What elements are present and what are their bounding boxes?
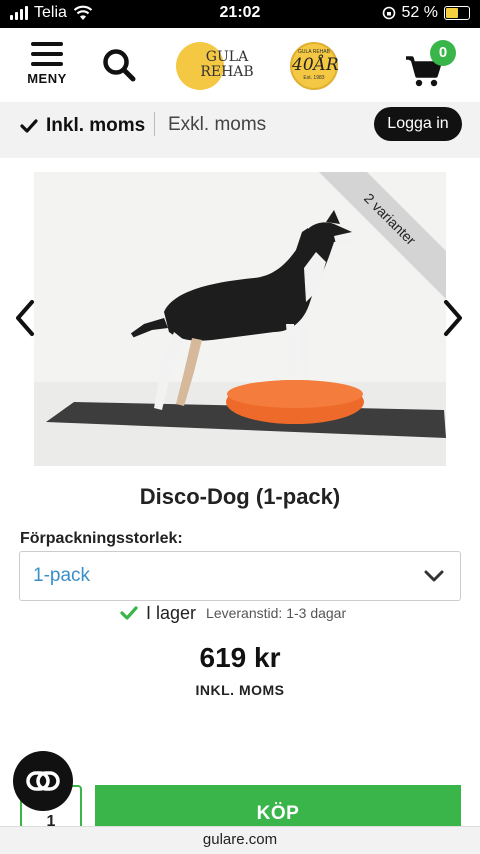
pack-size-select[interactable]: 1-pack [19,551,461,601]
anniversary-seal: GULA REHAB 40ÅR Est. 1983 [290,42,339,90]
lead-time-label: Leveranstid: 1-3 dagar [206,605,347,621]
incl-vat-option[interactable]: Inkl. moms [20,112,145,140]
chat-button[interactable] [13,751,73,811]
chat-icon [26,771,60,791]
site-header: MENY GULA REHAB GULA REHAB 40ÅR Est. 198… [0,28,480,102]
browser-url-bar[interactable]: gulare.com [0,826,480,854]
rotation-lock-icon [382,6,395,20]
tax-toggle-bar: Inkl. moms Exkl. moms Logga in [0,102,480,158]
check-icon [20,119,38,133]
chevron-right-icon[interactable] [440,296,468,340]
pack-size-label: Förpackningsstorlek: [20,530,183,547]
incl-vat-label: Inkl. moms [46,115,146,136]
menu-label: MENY [27,71,67,86]
product-price: 619 kr [199,642,281,673]
logo-wordmark: GULA REHAB [200,49,254,80]
login-button[interactable]: Logga in [374,107,462,141]
check-icon [120,606,138,620]
status-bar: Telia 21:02 52 % [0,0,480,28]
status-right: 52 % [382,4,470,22]
search-icon[interactable] [100,46,138,84]
excl-vat-option[interactable]: Exkl. moms [168,112,266,140]
cart-count-badge: 0 [430,40,456,66]
chevron-left-icon[interactable] [10,296,38,340]
price-vat-note: INKL. MOMS [195,682,285,698]
divider [154,112,155,136]
stock-status: I lager Leveranstid: 1-3 dagar [120,602,346,624]
pack-size-value: 1-pack [33,565,91,586]
cart-button[interactable]: 0 [404,40,460,87]
in-stock-label: I lager [146,602,197,623]
site-logo[interactable]: GULA REHAB GULA REHAB 40ÅR Est. 1983 [176,42,362,90]
battery-icon [444,6,470,20]
menu-button[interactable]: MENY [22,40,72,94]
chevron-down-icon [424,570,444,582]
hamburger-icon [31,42,63,66]
product-image[interactable]: 2 varianter [34,172,446,466]
product-title: Disco-Dog (1-pack) [139,484,341,509]
battery-percent: 52 % [401,4,438,21]
